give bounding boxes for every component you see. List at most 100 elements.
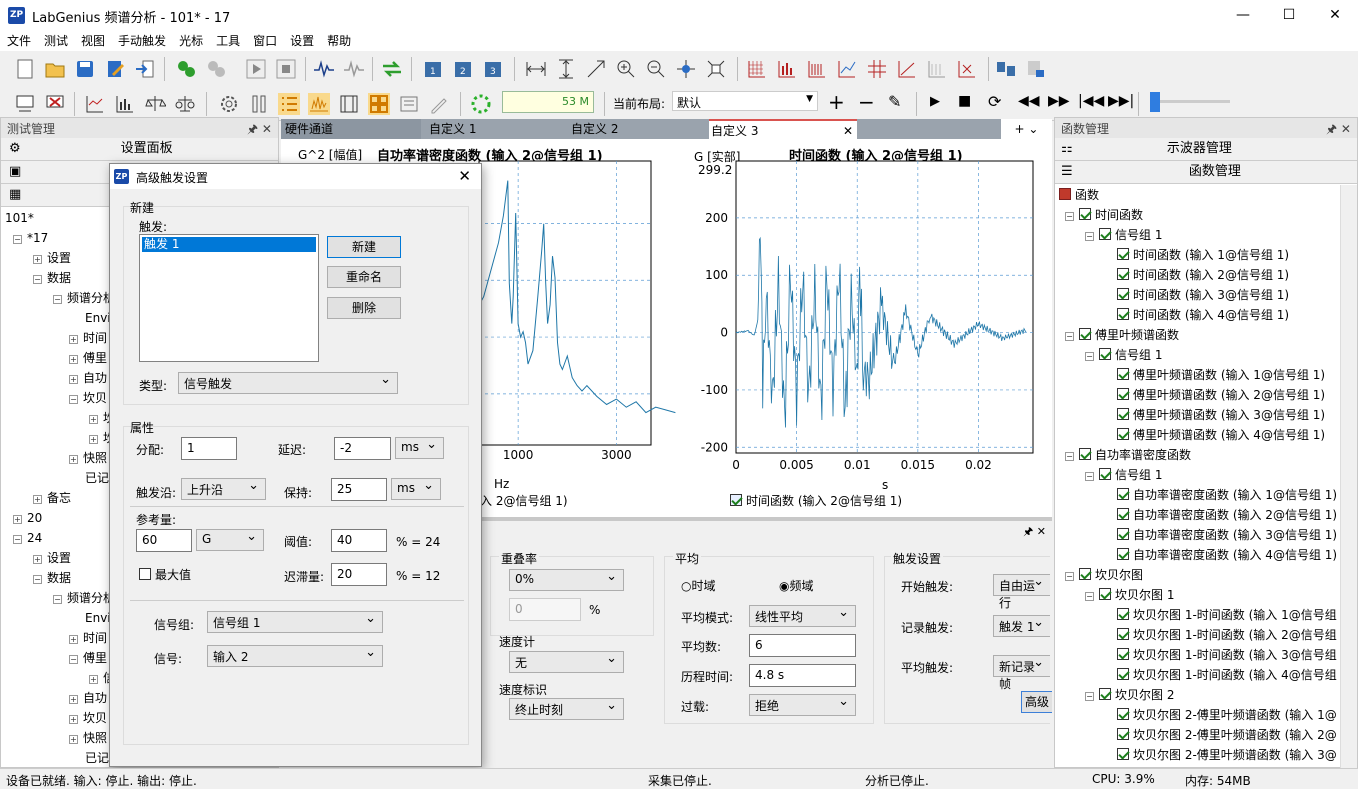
transfer-icon[interactable]: [381, 58, 403, 80]
function-tree-item[interactable]: 自功率谱密度函数 (输入 3@信号组 1): [1059, 525, 1353, 545]
minimize-button[interactable]: —: [1220, 0, 1266, 31]
skip-start-icon[interactable]: |◀◀: [1078, 93, 1104, 109]
right-chart-legend[interactable]: 时间函数 (输入 2@信号组 1): [730, 492, 902, 509]
view2-icon[interactable]: 2: [452, 58, 474, 80]
overload-select[interactable]: 拒绝: [749, 694, 856, 716]
reference-input[interactable]: 60: [136, 529, 192, 552]
scale-icon[interactable]: [174, 93, 196, 115]
grid3-icon[interactable]: [806, 58, 828, 80]
open-folder-icon[interactable]: [44, 58, 66, 80]
edit-icon[interactable]: [104, 58, 126, 80]
average-trigger-select[interactable]: 新记录帧: [993, 655, 1050, 691]
function-tree-item[interactable]: 坎贝尔图 2-傅里叶频谱函数 (输入 3@: [1059, 745, 1353, 765]
trigger-list-item[interactable]: 触发 1: [142, 237, 316, 252]
signal-group-select[interactable]: 信号组 1: [207, 611, 383, 633]
function-tree-item[interactable]: 坎贝尔图 2-傅里叶频谱函数 (输入 1@: [1059, 705, 1353, 725]
tab-custom-3[interactable]: 自定义 3 ✕: [709, 119, 857, 139]
delay-unit-select[interactable]: ms: [395, 437, 444, 459]
waveform-icon[interactable]: [308, 93, 330, 115]
dialog-close-icon[interactable]: ✕: [458, 167, 471, 185]
start-trigger-select[interactable]: 自由运行: [993, 574, 1050, 610]
device-off-icon[interactable]: [44, 93, 66, 115]
hysteresis-input[interactable]: 20: [331, 563, 387, 586]
settings-panel-button[interactable]: ⚙ 设置面板: [1, 138, 278, 161]
add-icon[interactable]: +: [828, 90, 845, 114]
signal-edit-icon[interactable]: [343, 58, 365, 80]
function-tree-item[interactable]: 傅里叶频谱函数 (输入 4@信号组 1): [1059, 425, 1353, 445]
speed-mark-select[interactable]: 终止时刻: [509, 698, 624, 720]
skip-end-icon[interactable]: ▶▶|: [1108, 93, 1134, 109]
tab-custom-2[interactable]: 自定义 2: [569, 119, 709, 139]
menu-file[interactable]: 文件: [0, 31, 37, 49]
playback-slider[interactable]: [1150, 100, 1230, 103]
rewind-icon[interactable]: ◀◀: [1018, 93, 1040, 109]
loop-icon[interactable]: ⟳: [988, 92, 1001, 111]
speed-select[interactable]: 无: [509, 651, 624, 673]
play-icon[interactable]: [245, 58, 267, 80]
overlap-select[interactable]: 0%: [509, 569, 624, 591]
function-tree-item[interactable]: 时间函数 (输入 1@信号组 1): [1059, 245, 1353, 265]
zoom-out-icon[interactable]: [645, 58, 667, 80]
zoom-in-icon[interactable]: [615, 58, 637, 80]
function-tree-item[interactable]: 时间函数 (输入 2@信号组 1): [1059, 265, 1353, 285]
delay-input[interactable]: -2: [334, 437, 391, 460]
function-tree-item[interactable]: − 信号组 1: [1059, 345, 1353, 365]
slider-thumb[interactable]: [1150, 92, 1160, 112]
import-icon[interactable]: [134, 58, 156, 80]
stop-icon[interactable]: [275, 58, 297, 80]
menu-tools[interactable]: 工具: [209, 31, 246, 49]
signal-select[interactable]: 输入 2: [207, 645, 383, 667]
function-tree-item[interactable]: 自功率谱密度函数 (输入 1@信号组 1): [1059, 485, 1353, 505]
threshold-input[interactable]: 40: [331, 529, 387, 552]
hold-unit-select[interactable]: ms: [391, 478, 441, 500]
menu-window[interactable]: 窗口: [246, 31, 283, 49]
menu-cursor[interactable]: 光标: [172, 31, 209, 49]
fit-diagonal-icon[interactable]: [585, 58, 607, 80]
hold-input[interactable]: 25: [331, 478, 387, 501]
freq-domain-radio[interactable]: ◉频域: [779, 577, 814, 594]
lock-icon[interactable]: [1025, 58, 1047, 80]
view3-icon[interactable]: 3: [482, 58, 504, 80]
function-tree-item[interactable]: 时间函数 (输入 3@信号组 1): [1059, 285, 1353, 305]
film-icon[interactable]: [338, 93, 360, 115]
grid5-icon[interactable]: [866, 58, 888, 80]
tab-hardware[interactable]: 硬件通道: [281, 119, 421, 139]
function-tree-item[interactable]: − 傅里叶频谱函数: [1059, 325, 1353, 345]
trigger-list[interactable]: 触发 1: [139, 234, 319, 362]
function-tree-item[interactable]: − 时间函数: [1059, 205, 1353, 225]
function-tree-item[interactable]: 坎贝尔图 1-时间函数 (输入 1@信号组: [1059, 605, 1353, 625]
reference-unit-select[interactable]: G: [196, 529, 264, 551]
delete-trigger-button[interactable]: 删除: [327, 297, 401, 319]
function-tree-item[interactable]: 坎贝尔图 1-时间函数 (输入 4@信号组: [1059, 665, 1353, 685]
settings-gear-icon[interactable]: [218, 93, 240, 115]
bar-spectrum-icon[interactable]: [114, 93, 136, 115]
function-tree-item[interactable]: 坎贝尔图 1-时间函数 (输入 2@信号组: [1059, 625, 1353, 645]
fit-height-icon[interactable]: [555, 58, 577, 80]
grid1-icon[interactable]: [746, 58, 768, 80]
type-select[interactable]: 信号触发: [178, 372, 398, 394]
rename-trigger-button[interactable]: 重命名: [327, 266, 401, 288]
function-tree-item[interactable]: 时间函数 (输入 4@信号组 1): [1059, 305, 1353, 325]
function-tree-item[interactable]: 自功率谱密度函数 (输入 2@信号组 1): [1059, 505, 1353, 525]
avg-count-input[interactable]: 6: [749, 634, 856, 657]
function-tree-item[interactable]: 自功率谱密度函数 (输入 4@信号组 1): [1059, 545, 1353, 565]
menu-test[interactable]: 测试: [37, 31, 74, 49]
list-icon[interactable]: [278, 93, 300, 115]
tab-menu[interactable]: + ⌄: [1001, 119, 1052, 139]
pan-icon[interactable]: [675, 58, 697, 80]
grid4-icon[interactable]: [836, 58, 858, 80]
new-file-icon[interactable]: [14, 58, 36, 80]
spectrum-icon[interactable]: [84, 93, 106, 115]
view1-icon[interactable]: 1: [422, 58, 444, 80]
tab-close-icon[interactable]: ✕: [843, 121, 853, 141]
function-tree-item[interactable]: 坎贝尔图 2-傅里叶频谱函数 (输入 2@: [1059, 725, 1353, 745]
close-button[interactable]: ✕: [1312, 0, 1358, 31]
grid6-icon[interactable]: [896, 58, 918, 80]
function-tree-item[interactable]: − 坎贝尔图 2: [1059, 685, 1353, 705]
function-tree-item[interactable]: − 坎贝尔图 1: [1059, 585, 1353, 605]
fast-forward-icon[interactable]: ▶▶: [1048, 93, 1070, 109]
maximize-button[interactable]: ☐: [1266, 0, 1312, 31]
max-value-checkbox[interactable]: 最大值: [139, 566, 191, 583]
function-tree-item[interactable]: − 坎贝尔图: [1059, 565, 1353, 585]
play-small-icon[interactable]: ▶: [930, 94, 940, 109]
